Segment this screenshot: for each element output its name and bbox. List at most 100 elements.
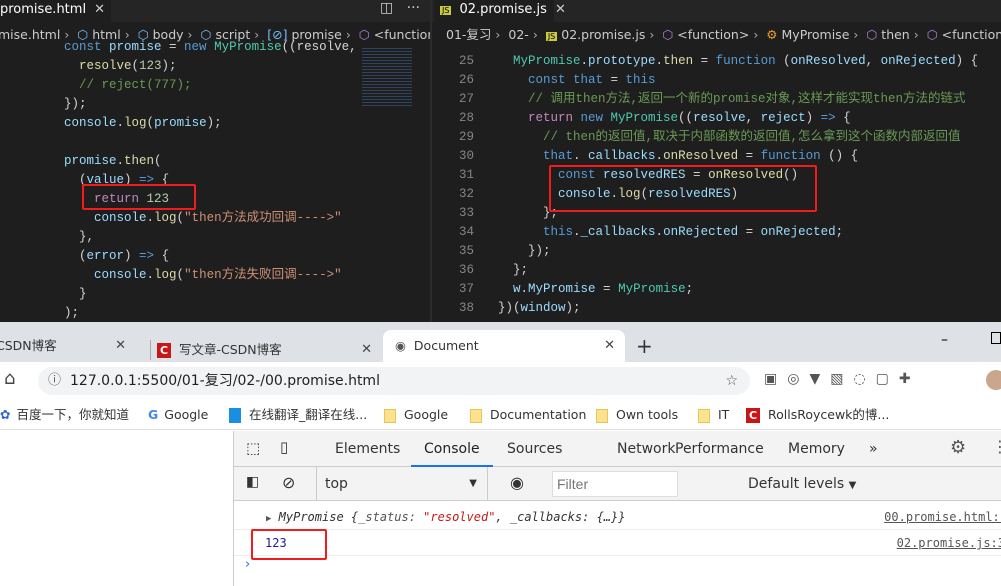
device-toolbar-icon[interactable]: ▯ xyxy=(280,438,288,456)
code-line[interactable]: promise.then( xyxy=(64,152,357,171)
tab-console[interactable]: Console xyxy=(411,431,493,467)
crumb[interactable]: mise.html xyxy=(0,27,60,42)
code-line[interactable]: })(window); xyxy=(498,299,978,318)
home-icon[interactable]: ⌂ xyxy=(4,368,15,389)
more-options-icon[interactable]: ⋮ xyxy=(992,437,1001,456)
code-token: ( xyxy=(154,154,162,168)
code-token: { xyxy=(843,111,851,125)
close-icon[interactable]: ✕ xyxy=(555,2,566,17)
code-line[interactable]: console.log(promise); xyxy=(64,114,357,133)
code-token: . xyxy=(655,225,664,239)
expand-triangle-icon[interactable]: ▶ xyxy=(266,514,271,524)
console-log-row[interactable]: 123 02.promise.js:3 xyxy=(234,530,1001,556)
close-icon[interactable]: ✕ xyxy=(361,340,372,360)
bookmark[interactable]: C RollsRoycewk的博... xyxy=(746,400,889,430)
clear-console-icon[interactable]: ⊘ xyxy=(282,473,295,492)
close-icon[interactable]: ✕ xyxy=(94,2,105,17)
code-line[interactable]: w.MyPromise = MyPromise; xyxy=(498,280,978,299)
crumb[interactable]: 02.promise.js xyxy=(561,27,645,42)
code-line[interactable]: // 调用then方法,返回一个新的promise对象,这样才能实现then方法… xyxy=(498,90,978,109)
console-prompt[interactable]: › xyxy=(245,557,250,572)
tab-elements[interactable]: Elements xyxy=(335,431,400,467)
code-line[interactable]: }; xyxy=(498,261,978,280)
code-line[interactable]: this._callbacks.onRejected = onRejected; xyxy=(498,223,978,242)
browser-tab[interactable]: C 写文章-CSDN博客 ✕ xyxy=(150,340,382,360)
bookmark-folder[interactable]: Documentation xyxy=(470,400,586,430)
extension-icons[interactable]: ▣◎▼▧◌▢✚ xyxy=(764,371,921,387)
code-line[interactable]: const promise = new MyPromise((resolve, xyxy=(64,38,357,57)
editor-tab-bar: promise.html ✕ ◫ ··· xyxy=(0,0,430,22)
code-line[interactable]: MyPromise.prototype.then = function (onR… xyxy=(498,52,978,71)
context-select[interactable]: top ▼ xyxy=(316,467,488,501)
code-token: that xyxy=(573,73,611,87)
code-token: . xyxy=(146,211,155,225)
eye-icon[interactable]: ◉ xyxy=(510,473,524,492)
tab-sources[interactable]: Sources xyxy=(507,431,562,467)
info-icon[interactable]: ⓘ xyxy=(48,367,61,395)
source-link[interactable]: 02.promise.js:3 xyxy=(897,530,1001,556)
code-line[interactable]: }); xyxy=(498,242,978,261)
sidebar-toggle-icon[interactable]: ◧ xyxy=(246,474,259,490)
code-line[interactable]: console.log("then方法失败回调---->" xyxy=(64,266,357,285)
code-line[interactable]: }); xyxy=(64,95,357,114)
log-levels-dropdown[interactable]: Default levels ▼ xyxy=(748,467,856,503)
code-line[interactable]: } xyxy=(64,285,357,304)
crumb[interactable]: MyPromise xyxy=(782,27,850,42)
address-bar[interactable]: ⓘ 127.0.0.1:5500/01-复习/02-/00.promise.ht… xyxy=(38,367,750,395)
close-icon[interactable]: ✕ xyxy=(604,330,615,362)
tab-network[interactable]: Network xyxy=(617,431,675,467)
crumb[interactable]: <function xyxy=(942,27,1001,42)
split-editor-icon[interactable]: ◫ xyxy=(380,0,393,16)
crumb[interactable]: 01-复习 xyxy=(446,27,491,42)
browser-tab-active[interactable]: ◉ Document ✕ xyxy=(383,330,625,362)
crumb[interactable]: then xyxy=(881,27,909,42)
minimize-button[interactable]: – xyxy=(941,332,948,348)
browser-tab[interactable]: CSDN博客 ✕ xyxy=(0,330,136,362)
close-icon[interactable]: ✕ xyxy=(115,330,126,362)
maximize-button[interactable] xyxy=(991,332,1001,344)
console-log-row[interactable]: ▶ MyPromise {_status: "resolved", _callb… xyxy=(234,504,1001,530)
editor-tab-bar: JS 02.promise.js ✕ xyxy=(432,0,1001,22)
more-tabs-icon[interactable]: » xyxy=(869,431,878,467)
tab-memory[interactable]: Memory xyxy=(788,431,845,467)
settings-gear-icon[interactable]: ⚙ xyxy=(950,437,966,458)
crumb[interactable]: 02- xyxy=(508,27,528,42)
inspect-icon[interactable]: ⬚ xyxy=(246,439,260,457)
bookmark[interactable]: 在线翻译_翻译在线... xyxy=(229,400,367,430)
code-line[interactable]: const that = this xyxy=(498,71,978,90)
code-token: MyPromise xyxy=(610,111,679,125)
code-line[interactable]: that. callbacks.onResolved = function ()… xyxy=(498,147,978,166)
code-token: onRejected xyxy=(760,225,836,239)
bookmark-folder[interactable]: Own tools xyxy=(596,400,678,430)
code-token: . xyxy=(116,116,125,130)
bookmark-folder[interactable]: IT xyxy=(698,400,729,430)
code-token: log xyxy=(154,211,177,225)
code-line[interactable]: (error) => { xyxy=(64,247,357,266)
editor-tab-02-promise-js[interactable]: JS 02.promise.js ✕ xyxy=(434,0,566,22)
code-line[interactable]: }, xyxy=(64,228,357,247)
source-link[interactable]: 00.promise.html:1 xyxy=(884,504,1001,530)
code-line[interactable]: // then的返回值,取决于内部函数的返回值,怎么拿到这个函数内部返回值 xyxy=(498,128,978,147)
filter-input[interactable] xyxy=(552,471,678,497)
bookmark[interactable]: G Google xyxy=(148,400,208,430)
more-icon[interactable]: ··· xyxy=(407,0,420,16)
bookmark[interactable]: ✿ 百度一下，你就知道 xyxy=(0,400,129,430)
address-toolbar: ⌂ ⓘ 127.0.0.1:5500/01-复习/02-/00.promise.… xyxy=(0,362,1001,400)
bookmark-folder[interactable]: Google xyxy=(384,400,448,430)
bookmark-star-icon[interactable]: ☆ xyxy=(725,367,738,395)
code-area[interactable]: const promise = new MyPromise((resolve, … xyxy=(64,38,357,322)
avatar[interactable] xyxy=(986,370,1001,390)
editor-tab-promise-html[interactable]: promise.html ✕ xyxy=(0,0,111,22)
crumb[interactable]: <function xyxy=(374,27,430,42)
code-line[interactable]: resolve(123); xyxy=(64,57,357,76)
crumb[interactable]: <function> xyxy=(677,27,749,42)
minimap[interactable] xyxy=(362,46,412,106)
code-token: onRejected xyxy=(663,225,746,239)
tab-performance[interactable]: Performance xyxy=(675,431,764,467)
code-line[interactable]: // reject(777); xyxy=(64,76,357,95)
new-tab-button[interactable]: + xyxy=(636,334,653,358)
code-line[interactable]: ); xyxy=(64,304,357,322)
code-line[interactable]: console.log("then方法成功回调---->" xyxy=(64,209,357,228)
code-line[interactable] xyxy=(64,133,357,152)
code-line[interactable]: return new MyPromise((resolve, reject) =… xyxy=(498,109,978,128)
